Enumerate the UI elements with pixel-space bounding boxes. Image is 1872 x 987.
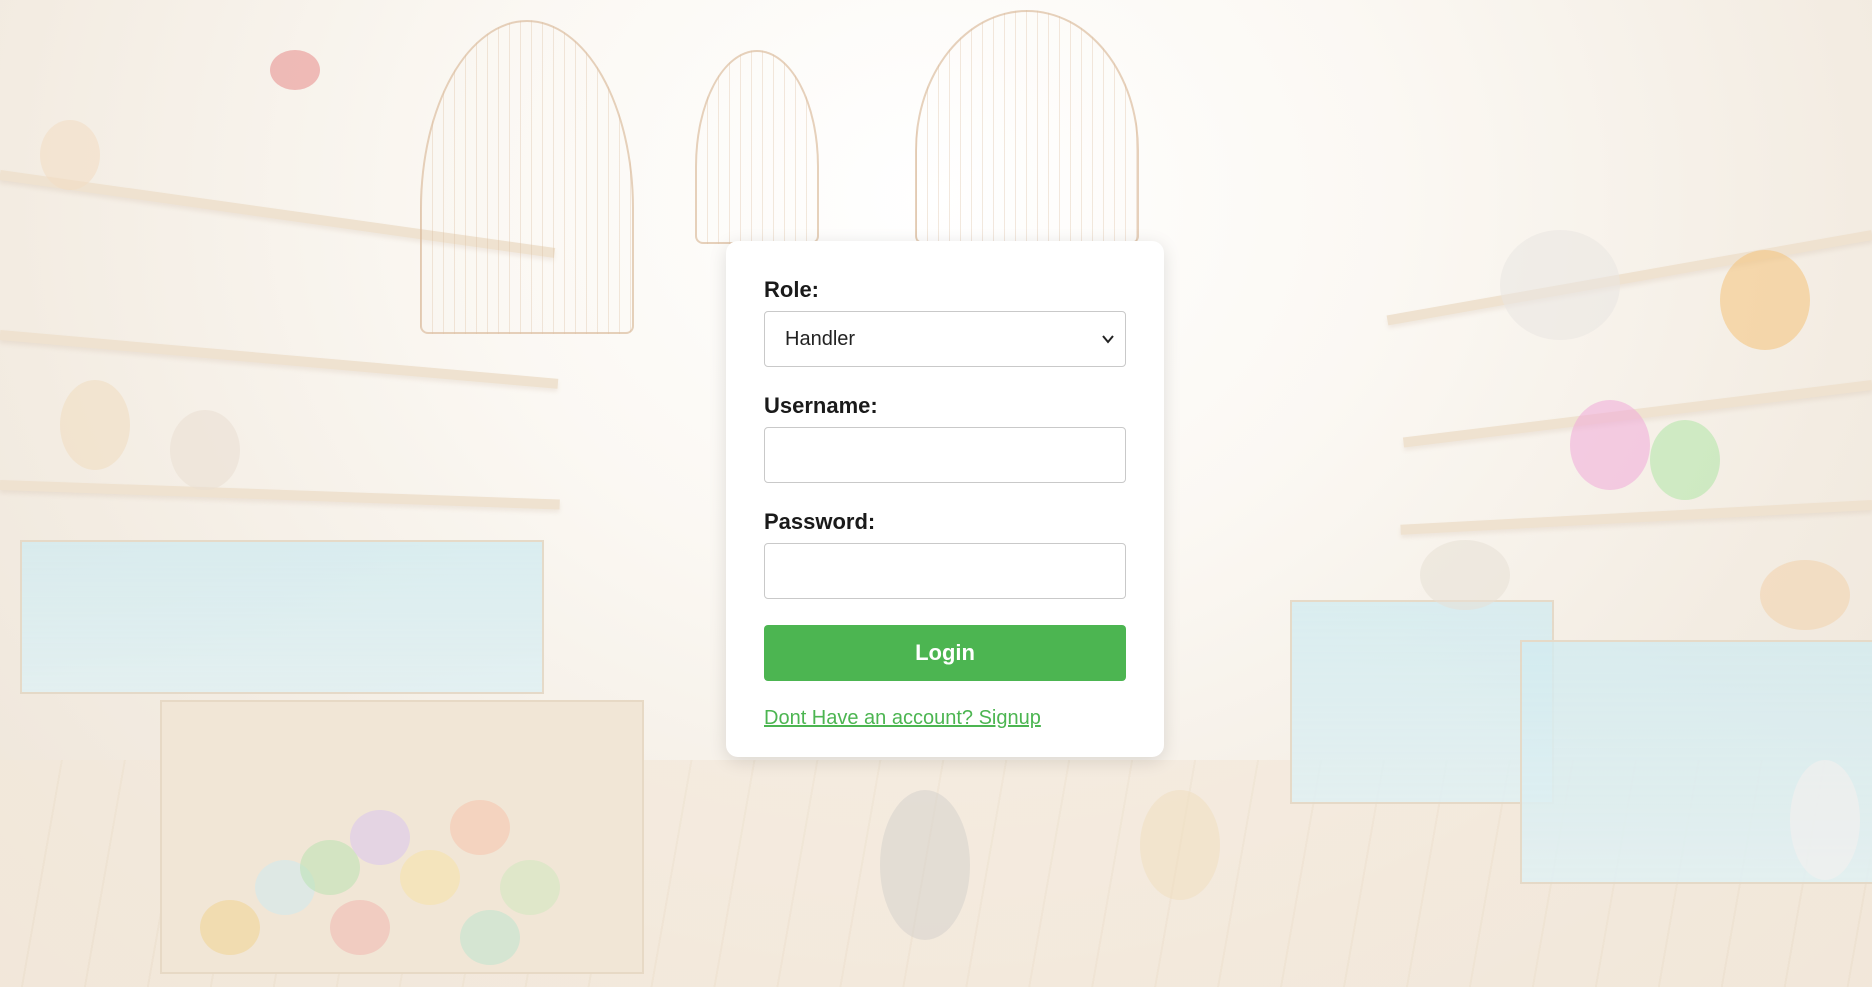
yarn-ball [500, 860, 560, 915]
bird [270, 50, 320, 90]
role-select[interactable]: Handler [764, 311, 1126, 367]
puppy [1140, 790, 1220, 900]
role-label: Role: [764, 277, 819, 302]
password-input[interactable] [764, 543, 1126, 599]
username-input[interactable] [764, 427, 1126, 483]
yarn-ball [300, 840, 360, 895]
yarn-ball [400, 850, 460, 905]
aquarium [20, 540, 544, 694]
animal [1720, 250, 1810, 350]
shelf [1400, 500, 1872, 535]
yarn-ball [330, 900, 390, 955]
animal [1500, 230, 1620, 340]
role-select-value: Handler [785, 327, 856, 350]
animal [60, 380, 130, 470]
animal [170, 410, 240, 490]
login-button[interactable]: Login [764, 625, 1126, 681]
chevron-down-icon [1102, 335, 1114, 344]
password-label: Password: [764, 509, 876, 534]
signup-link[interactable]: Dont Have an account? Signup [764, 707, 1041, 730]
bird-cage [915, 10, 1139, 244]
animal [1760, 560, 1850, 630]
bird-cage [695, 50, 819, 244]
animal [1420, 540, 1510, 610]
aquarium [1290, 600, 1554, 804]
animal [40, 120, 100, 190]
yarn-ball [200, 900, 260, 955]
yarn-ball [450, 800, 510, 855]
yarn-ball [350, 810, 410, 865]
yarn-ball [460, 910, 520, 965]
animal [1570, 400, 1650, 490]
animal [1650, 420, 1720, 500]
shelf [0, 480, 560, 510]
shelf [0, 330, 559, 389]
animal [1790, 760, 1860, 880]
login-card: Role: Handler Username: Password: Login … [726, 241, 1164, 757]
username-label: Username: [764, 393, 878, 418]
bird-cage [420, 20, 634, 334]
dog [880, 790, 970, 940]
